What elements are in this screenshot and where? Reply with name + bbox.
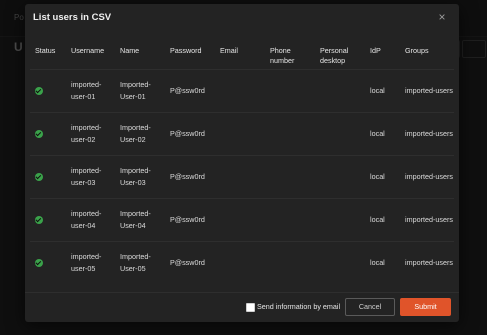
name-cell: Imported-User-04 xyxy=(115,197,165,241)
cancel-button[interactable]: Cancel xyxy=(345,298,395,316)
desktop-cell xyxy=(315,197,365,241)
dialog-footer: Send information by email Cancel Submit xyxy=(25,292,459,322)
users-table-container[interactable]: Status Username Name Password Email Phon… xyxy=(30,36,454,288)
status-cell xyxy=(30,240,66,284)
idp-cell: local xyxy=(365,68,400,112)
groups-cell: imported-users xyxy=(400,68,454,112)
email-cell xyxy=(215,240,265,284)
table-row: imported-user-04 Imported-User-04 P@ssw0… xyxy=(30,197,454,241)
idp-cell: local xyxy=(365,154,400,198)
phone-cell xyxy=(265,68,315,112)
username-cell: imported-user-04 xyxy=(66,197,115,241)
groups-cell: imported-users xyxy=(400,111,454,155)
table-row: imported-user-01 Imported-User-01 P@ssw0… xyxy=(30,68,454,112)
column-header-groups: Groups xyxy=(405,46,429,55)
email-cell xyxy=(215,197,265,241)
phone-cell xyxy=(265,197,315,241)
status-cell xyxy=(30,154,66,198)
desktop-cell xyxy=(315,154,365,198)
close-icon[interactable]: × xyxy=(435,10,449,24)
name-cell: Imported-User-01 xyxy=(115,68,165,112)
username-cell: imported-user-01 xyxy=(66,68,115,112)
status-cell xyxy=(30,68,66,112)
desktop-cell xyxy=(315,68,365,112)
check-circle-icon xyxy=(35,258,43,267)
username-cell: imported-user-05 xyxy=(66,240,115,284)
table-row: imported-user-03 Imported-User-03 P@ssw0… xyxy=(30,154,454,198)
check-circle-icon xyxy=(35,215,43,224)
dialog-title: List users in CSV xyxy=(33,12,112,23)
email-cell xyxy=(215,111,265,155)
phone-cell xyxy=(265,154,315,198)
column-header-phone: Phone number xyxy=(270,46,295,65)
username-cell: imported-user-03 xyxy=(66,154,115,198)
password-cell: P@ssw0rd xyxy=(165,68,215,112)
column-header-password: Password xyxy=(170,46,202,55)
csv-users-dialog: List users in CSV × Status Username Name… xyxy=(25,4,459,322)
column-header-email: Email xyxy=(220,46,238,55)
password-cell: P@ssw0rd xyxy=(165,240,215,284)
column-header-name: Name xyxy=(120,46,140,55)
password-cell: P@ssw0rd xyxy=(165,111,215,155)
users-table: Status Username Name Password Email Phon… xyxy=(30,36,454,284)
send-info-label[interactable]: Send information by email xyxy=(257,302,340,311)
table-row: imported-user-02 Imported-User-02 P@ssw0… xyxy=(30,111,454,155)
column-header-idp: IdP xyxy=(370,46,381,55)
send-info-checkbox[interactable] xyxy=(246,303,255,312)
desktop-cell xyxy=(315,240,365,284)
phone-cell xyxy=(265,240,315,284)
table-header-row: Status Username Name Password Email Phon… xyxy=(30,36,454,69)
status-cell xyxy=(30,111,66,155)
email-cell xyxy=(215,68,265,112)
idp-cell: local xyxy=(365,111,400,155)
column-header-status: Status xyxy=(35,46,56,55)
column-header-personal-desktop: Personal desktop xyxy=(320,46,349,65)
password-cell: P@ssw0rd xyxy=(165,197,215,241)
check-circle-icon xyxy=(35,172,43,181)
desktop-cell xyxy=(315,111,365,155)
groups-cell: imported-users xyxy=(400,154,454,198)
status-cell xyxy=(30,197,66,241)
check-circle-icon xyxy=(35,86,43,95)
idp-cell: local xyxy=(365,197,400,241)
name-cell: Imported-User-05 xyxy=(115,240,165,284)
table-row: imported-user-05 Imported-User-05 P@ssw0… xyxy=(30,240,454,284)
idp-cell: local xyxy=(365,240,400,284)
column-header-username: Username xyxy=(71,46,105,55)
groups-cell: imported-users xyxy=(400,240,454,284)
groups-cell: imported-users xyxy=(400,197,454,241)
phone-cell xyxy=(265,111,315,155)
name-cell: Imported-User-02 xyxy=(115,111,165,155)
submit-button[interactable]: Submit xyxy=(400,298,451,316)
name-cell: Imported-User-03 xyxy=(115,154,165,198)
email-cell xyxy=(215,154,265,198)
check-circle-icon xyxy=(35,129,43,138)
password-cell: P@ssw0rd xyxy=(165,154,215,198)
username-cell: imported-user-02 xyxy=(66,111,115,155)
